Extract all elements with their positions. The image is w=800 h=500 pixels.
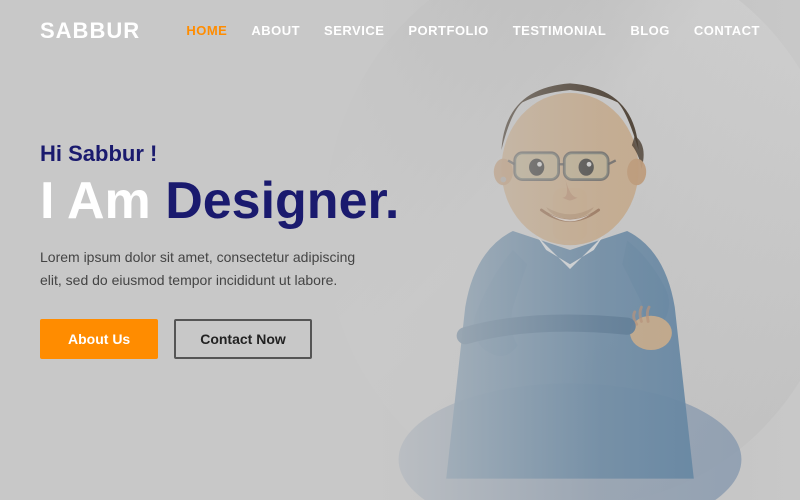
hero-title-prefix: I Am bbox=[40, 172, 165, 230]
nav-item-portfolio[interactable]: PORTFOLIO bbox=[408, 22, 488, 40]
nav-link-service[interactable]: SERVICE bbox=[324, 23, 384, 38]
nav-item-home[interactable]: HOME bbox=[186, 22, 227, 40]
brand-logo[interactable]: SABBUR bbox=[40, 18, 140, 44]
nav-menu: HOME ABOUT SERVICE PORTFOLIO TESTIMONIAL… bbox=[186, 22, 760, 40]
nav-link-blog[interactable]: BLOG bbox=[630, 23, 670, 38]
about-us-button[interactable]: About Us bbox=[40, 319, 158, 359]
hero-section: SABBUR HOME ABOUT SERVICE PORTFOLIO TEST… bbox=[0, 0, 800, 500]
hero-description: Lorem ipsum dolor sit amet, consectetur … bbox=[40, 246, 380, 291]
nav-item-contact[interactable]: CONTACT bbox=[694, 22, 760, 40]
nav-link-contact[interactable]: CONTACT bbox=[694, 23, 760, 38]
navbar: SABBUR HOME ABOUT SERVICE PORTFOLIO TEST… bbox=[0, 0, 800, 62]
nav-link-home[interactable]: HOME bbox=[186, 23, 227, 38]
hero-title: I Am Designer. bbox=[40, 173, 399, 230]
hero-greeting: Hi Sabbur ! bbox=[40, 141, 399, 167]
contact-now-button[interactable]: Contact Now bbox=[174, 319, 312, 359]
nav-link-testimonial[interactable]: TESTIMONIAL bbox=[513, 23, 607, 38]
nav-item-about[interactable]: ABOUT bbox=[251, 22, 300, 40]
nav-link-about[interactable]: ABOUT bbox=[251, 23, 300, 38]
nav-link-portfolio[interactable]: PORTFOLIO bbox=[408, 23, 488, 38]
hero-title-highlight: Designer. bbox=[165, 172, 399, 230]
hero-cta-buttons: About Us Contact Now bbox=[40, 319, 399, 359]
nav-item-service[interactable]: SERVICE bbox=[324, 22, 384, 40]
nav-item-testimonial[interactable]: TESTIMONIAL bbox=[513, 22, 607, 40]
hero-content: Hi Sabbur ! I Am Designer. Lorem ipsum d… bbox=[40, 141, 399, 359]
nav-item-blog[interactable]: BLOG bbox=[630, 22, 670, 40]
